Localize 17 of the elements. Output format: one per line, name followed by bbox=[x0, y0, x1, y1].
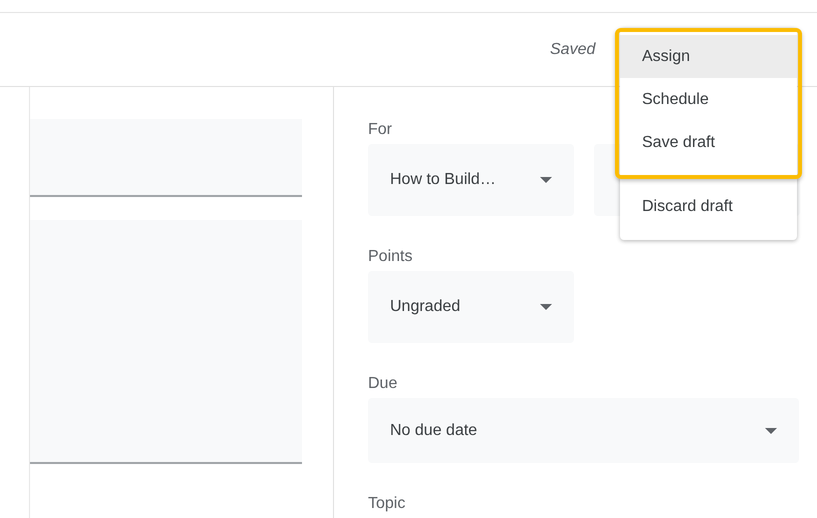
field-label: Topic bbox=[368, 495, 406, 514]
caret-icon bbox=[540, 304, 552, 310]
dropdown[interactable]: Ungraded bbox=[368, 271, 574, 343]
caret-icon bbox=[540, 177, 552, 183]
field-label: Points bbox=[368, 248, 412, 267]
caret-icon bbox=[765, 428, 777, 434]
menu-item[interactable]: Schedule bbox=[620, 78, 797, 121]
dropdown[interactable]: No due date bbox=[368, 398, 799, 463]
instructions-field[interactable] bbox=[30, 220, 302, 464]
title-field[interactable] bbox=[30, 119, 302, 197]
field-label: Due bbox=[368, 375, 398, 394]
dropdown[interactable]: How to Build… bbox=[368, 144, 574, 216]
menu-item[interactable]: Assign bbox=[620, 35, 797, 78]
menu-item[interactable]: Discard draft bbox=[620, 185, 797, 228]
save-status: Saved bbox=[550, 40, 596, 58]
field-label: For bbox=[368, 121, 392, 140]
menu-item[interactable]: Save draft bbox=[620, 121, 797, 164]
